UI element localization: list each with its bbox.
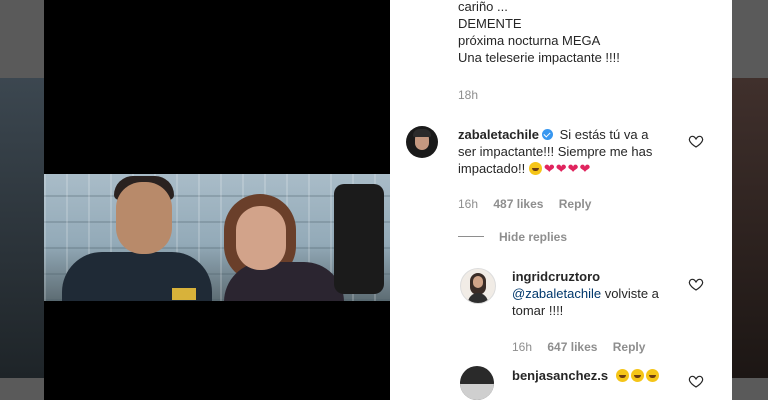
hide-replies-button[interactable]: Hide replies bbox=[499, 230, 567, 244]
avatar[interactable] bbox=[460, 366, 494, 400]
reply-username[interactable]: ingridcruztoro bbox=[512, 268, 702, 285]
caption-text: cariño ... DEMENTE próxima nocturna MEGA… bbox=[458, 0, 620, 65]
comment-likes[interactable]: 487 likes bbox=[493, 197, 543, 211]
comment-username[interactable]: zabaletachile bbox=[458, 127, 539, 142]
post-media[interactable] bbox=[44, 0, 390, 400]
background-left-image bbox=[0, 78, 44, 378]
verified-badge-icon bbox=[541, 129, 553, 140]
reply-meta: 16h 647 likes Reply bbox=[512, 340, 646, 354]
red-heart-emoji-icons: ❤❤❤❤ bbox=[543, 161, 592, 176]
reply-mention[interactable]: @zabaletachile bbox=[512, 286, 601, 301]
comment-body: benjasanchez.s bbox=[512, 367, 661, 384]
crying-laughing-emoji-icon bbox=[615, 368, 661, 383]
comments-panel: cariño ... DEMENTE próxima nocturna MEGA… bbox=[390, 0, 732, 400]
post-modal: cariño ... DEMENTE próxima nocturna MEGA… bbox=[44, 0, 732, 400]
hide-replies-line bbox=[458, 236, 484, 237]
reply-button[interactable]: Reply bbox=[559, 197, 592, 211]
caption-age: 18h bbox=[458, 88, 479, 102]
reply-body: ingridcruztoro @zabaletachile volviste a… bbox=[512, 268, 702, 319]
comment-body: zabaletachile Si estás tú va a ser impac… bbox=[458, 127, 653, 176]
heart-outline-icon[interactable] bbox=[688, 133, 704, 149]
reply-button[interactable]: Reply bbox=[613, 340, 646, 354]
heart-outline-icon[interactable] bbox=[688, 276, 704, 292]
comment-username[interactable]: benjasanchez.s bbox=[512, 368, 608, 383]
background-right-image bbox=[732, 78, 768, 378]
avatar[interactable] bbox=[406, 126, 438, 158]
comment-meta: 16h 487 likes Reply bbox=[458, 197, 592, 211]
avatar[interactable] bbox=[460, 268, 496, 304]
crying-laughing-emoji-icon bbox=[528, 162, 542, 175]
heart-outline-icon[interactable] bbox=[688, 373, 704, 389]
reply-likes[interactable]: 647 likes bbox=[547, 340, 597, 354]
video-frame[interactable] bbox=[44, 174, 390, 301]
